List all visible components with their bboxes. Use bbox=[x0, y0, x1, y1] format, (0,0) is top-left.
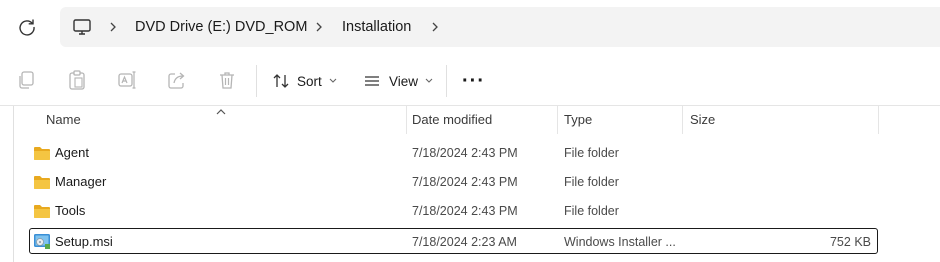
computer-icon[interactable] bbox=[72, 17, 92, 37]
view-button[interactable]: View bbox=[363, 67, 433, 95]
chevron-right-icon[interactable] bbox=[312, 20, 326, 34]
file-type: File folder bbox=[564, 175, 619, 189]
msi-installer-icon bbox=[33, 232, 51, 250]
command-bar: Sort View ··· bbox=[0, 54, 940, 108]
folder-icon bbox=[33, 173, 51, 191]
file-date-modified: 7/18/2024 2:43 PM bbox=[412, 146, 518, 160]
folder-icon bbox=[33, 144, 51, 162]
list-item-tools[interactable]: Tools 7/18/2024 2:43 PM File folder bbox=[29, 198, 878, 224]
file-date-modified: 7/18/2024 2:43 PM bbox=[412, 175, 518, 189]
sort-icon bbox=[272, 72, 290, 90]
file-type: File folder bbox=[564, 204, 619, 218]
chevron-right-icon[interactable] bbox=[106, 20, 120, 34]
sort-button[interactable]: Sort bbox=[272, 67, 337, 95]
folder-icon bbox=[33, 202, 51, 220]
breadcrumb-item-installation[interactable]: Installation bbox=[342, 7, 411, 47]
file-name: Agent bbox=[55, 145, 89, 160]
rename-icon[interactable] bbox=[116, 69, 138, 91]
file-name: Tools bbox=[55, 203, 86, 218]
breadcrumb-item-dvd-drive[interactable]: DVD Drive (E:) DVD_ROM bbox=[135, 7, 307, 47]
file-size: 752 KB bbox=[829, 235, 871, 249]
file-size bbox=[689, 140, 871, 166]
file-name: Setup.msi bbox=[55, 234, 113, 249]
view-icon bbox=[363, 72, 381, 90]
file-date-modified: 7/18/2024 2:23 AM bbox=[412, 235, 517, 249]
chevron-right-icon[interactable] bbox=[428, 20, 442, 34]
column-header-type[interactable]: Type bbox=[558, 106, 682, 134]
column-header-name[interactable]: Name bbox=[40, 106, 406, 134]
more-options-button[interactable]: ··· bbox=[462, 67, 485, 95]
view-label: View bbox=[389, 73, 419, 89]
delete-icon[interactable] bbox=[216, 69, 238, 91]
column-header-size[interactable]: Size bbox=[684, 106, 878, 134]
file-size bbox=[689, 198, 871, 224]
toolbar-divider bbox=[446, 65, 447, 97]
file-date-modified: 7/18/2024 2:43 PM bbox=[412, 204, 518, 218]
sort-label: Sort bbox=[297, 73, 322, 89]
address-bar: DVD Drive (E:) DVD_ROM Installation bbox=[0, 0, 940, 54]
more-options-icon: ··· bbox=[462, 69, 485, 92]
breadcrumb[interactable]: DVD Drive (E:) DVD_ROM Installation bbox=[60, 7, 940, 47]
file-type: File folder bbox=[564, 146, 619, 160]
share-icon[interactable] bbox=[166, 69, 188, 91]
copy-icon[interactable] bbox=[16, 69, 38, 91]
chevron-down-icon bbox=[329, 78, 337, 84]
column-divider[interactable] bbox=[682, 106, 683, 134]
chevron-down-icon bbox=[425, 78, 433, 84]
file-type: Windows Installer ... bbox=[564, 235, 676, 249]
paste-icon[interactable] bbox=[66, 69, 88, 91]
list-item-agent[interactable]: Agent 7/18/2024 2:43 PM File folder bbox=[29, 140, 878, 166]
toolbar-divider bbox=[256, 65, 257, 97]
file-name: Manager bbox=[55, 174, 107, 189]
column-divider[interactable] bbox=[878, 106, 879, 134]
file-size bbox=[689, 169, 871, 195]
column-header-date-modified[interactable]: Date modified bbox=[406, 106, 557, 134]
column-headers: Name Date modified Type Size bbox=[0, 106, 940, 134]
list-item-manager[interactable]: Manager 7/18/2024 2:43 PM File folder bbox=[29, 169, 878, 195]
list-item-setup-msi[interactable]: Setup.msi 7/18/2024 2:23 AM Windows Inst… bbox=[29, 228, 878, 254]
refresh-icon[interactable] bbox=[15, 15, 39, 39]
